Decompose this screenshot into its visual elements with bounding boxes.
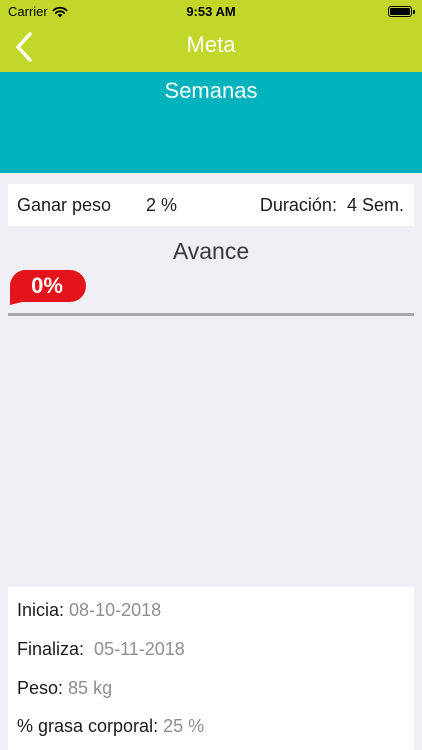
progress-title: Avance bbox=[172, 238, 250, 264]
battery-level bbox=[390, 8, 410, 15]
weight-value: 85 kg bbox=[68, 678, 113, 698]
goal-duration: Duración: 4 Sem. bbox=[260, 195, 404, 216]
goal-summary-card: Ganar peso 2 % Duración: 4 Sem. bbox=[8, 184, 414, 226]
weight-label: Peso: bbox=[17, 678, 64, 698]
end-label: Finaliza: bbox=[17, 639, 85, 659]
bodyfat-value: 25 % bbox=[163, 716, 205, 736]
weight-row: Peso: 85 kg bbox=[17, 678, 112, 699]
end-date-row: Finaliza: 05-11-2018 bbox=[17, 639, 185, 660]
duration-value: 4 Sem. bbox=[346, 195, 404, 215]
progress-track bbox=[8, 313, 414, 316]
end-value: 05-11-2018 bbox=[94, 639, 185, 659]
battery-icon bbox=[388, 6, 415, 17]
bodyfat-row: % grasa corporal: 25 % bbox=[17, 716, 204, 737]
period-title: Semanas bbox=[164, 78, 258, 103]
goal-percent: 2 % bbox=[146, 195, 178, 215]
status-time: 9:53 AM bbox=[186, 4, 236, 19]
bodyfat-label: % grasa corporal: bbox=[17, 716, 159, 736]
start-label: Inicia: bbox=[17, 600, 65, 620]
duration-label: Duración: bbox=[259, 195, 337, 215]
status-bar: Carrier 9:53 AM bbox=[0, 0, 422, 22]
goal-type: Ganar peso bbox=[17, 195, 112, 215]
nav-title: Meta bbox=[186, 32, 236, 57]
period-header: Semanas bbox=[0, 72, 422, 173]
navigation-bar: Meta bbox=[0, 22, 422, 72]
progress-label: 0% bbox=[31, 273, 63, 298]
start-date-row: Inicia: 08-10-2018 bbox=[17, 600, 161, 621]
goal-details-card: Inicia: 08-10-2018 Finaliza: 05-11-2018 … bbox=[8, 587, 414, 750]
start-value: 08-10-2018 bbox=[69, 600, 162, 620]
